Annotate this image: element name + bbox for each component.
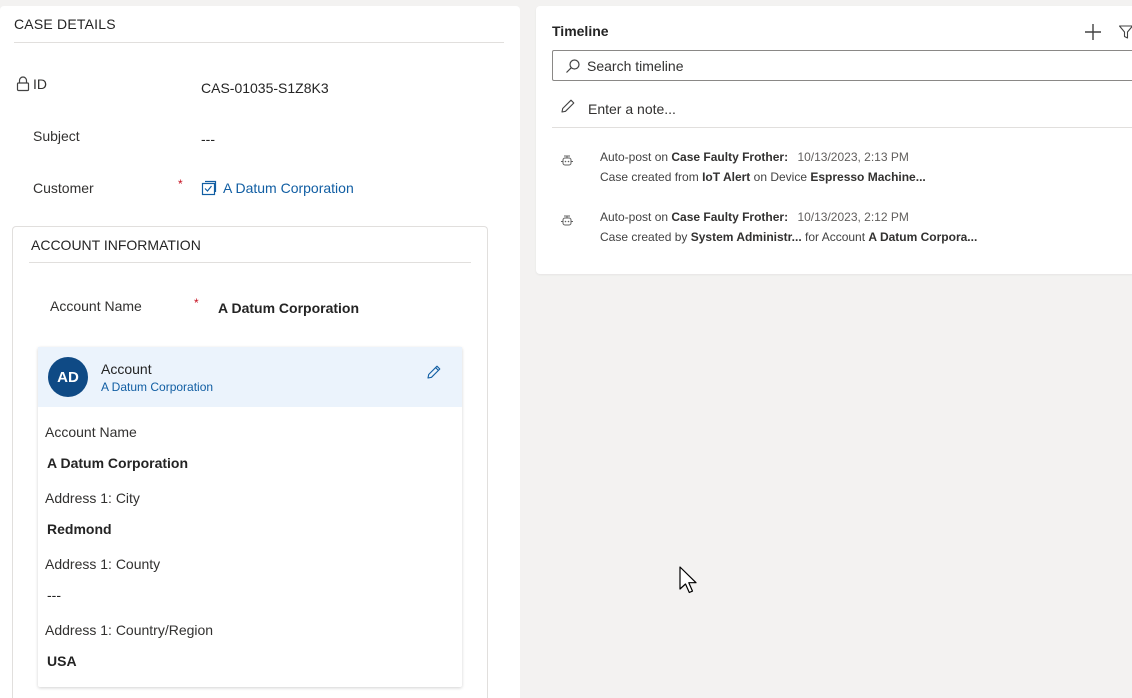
qv-account-name-value: A Datum Corporation	[47, 455, 189, 471]
lock-icon	[16, 76, 30, 92]
required-marker: *	[194, 296, 199, 310]
section-divider	[14, 42, 504, 43]
account-quick-view-card: AD Account A Datum Corporation Account N…	[38, 347, 462, 687]
search-input[interactable]	[587, 51, 987, 80]
account-entity-icon	[201, 180, 217, 196]
post-prefix: Auto-post on	[600, 210, 669, 224]
pencil-icon	[561, 99, 575, 113]
post-date: 10/13/2023, 2:13 PM	[797, 150, 909, 164]
post-entity: IoT Alert	[702, 170, 751, 184]
mouse-cursor-icon	[679, 566, 697, 594]
qv-account-name-label: Account Name	[45, 424, 137, 440]
note-input[interactable]	[588, 94, 988, 124]
timeline-item[interactable]: Auto-post on Case Faulty Frother: 10/13/…	[556, 210, 1116, 254]
account-information-section: ACCOUNT INFORMATION Account Name * A Dat…	[12, 226, 488, 698]
qv-county-label: Address 1: County	[45, 556, 161, 572]
post-date: 10/13/2023, 2:12 PM	[797, 210, 909, 224]
timeline-item-body: Case created from IoT Alert on Device Es…	[600, 170, 926, 184]
customer-field-row: Customer * A Datum Corporation	[14, 174, 514, 204]
qv-city-value: Redmond	[47, 521, 112, 537]
post-case-name: Case Faulty Frother:	[671, 210, 789, 224]
post-text: Case created by	[600, 230, 688, 244]
subject-field-row[interactable]: Subject ---	[14, 122, 514, 152]
id-field-row: ID CAS-01035-S1Z8K3	[14, 72, 514, 102]
customer-lookup-link[interactable]: A Datum Corporation	[201, 180, 354, 196]
timeline-item-header: Auto-post on Case Faulty Frother: 10/13/…	[600, 210, 909, 224]
post-entity: System Administr...	[690, 230, 802, 244]
entity-name-link[interactable]: A Datum Corporation	[101, 380, 213, 394]
qv-country-value: USA	[47, 653, 77, 669]
timeline-title: Timeline	[552, 23, 609, 39]
qv-county-value: ---	[47, 587, 61, 603]
timeline-item-body: Case created by System Administr... for …	[600, 230, 977, 244]
timeline-item-header: Auto-post on Case Faulty Frother: 10/13/…	[600, 150, 909, 164]
post-text: for Account	[805, 230, 866, 244]
auto-post-icon	[561, 155, 573, 166]
customer-value[interactable]: A Datum Corporation	[223, 180, 354, 196]
post-entity: A Datum Corpora...	[868, 230, 978, 244]
account-information-title: ACCOUNT INFORMATION	[31, 237, 201, 253]
auto-post-icon	[561, 215, 573, 226]
id-label: ID	[33, 76, 47, 92]
note-composer[interactable]	[552, 90, 1132, 128]
post-text: on Device	[753, 170, 808, 184]
case-details-title: CASE DETAILS	[14, 16, 116, 32]
section-divider	[29, 262, 471, 263]
timeline-search-box[interactable]	[552, 50, 1132, 81]
filter-icon[interactable]	[1118, 24, 1132, 40]
account-name-label: Account Name	[50, 298, 142, 314]
subject-label: Subject	[33, 128, 80, 144]
account-name-value[interactable]: A Datum Corporation	[218, 300, 359, 316]
avatar: AD	[48, 357, 88, 397]
entity-type-label: Account	[101, 361, 152, 377]
subject-value[interactable]: ---	[201, 131, 215, 147]
timeline-item[interactable]: Auto-post on Case Faulty Frother: 10/13/…	[556, 150, 1116, 194]
customer-label: Customer	[33, 180, 94, 196]
required-marker: *	[178, 177, 183, 191]
quick-view-header: AD Account A Datum Corporation	[38, 347, 462, 407]
timeline-panel: Timeline Auto-post on Case Faulty Frothe…	[536, 6, 1132, 274]
pencil-icon[interactable]	[426, 364, 442, 380]
plus-icon[interactable]	[1083, 22, 1103, 42]
post-case-name: Case Faulty Frother:	[671, 150, 789, 164]
id-value: CAS-01035-S1Z8K3	[201, 80, 329, 96]
search-icon	[566, 59, 580, 73]
case-details-panel: CASE DETAILS ID CAS-01035-S1Z8K3 Subject…	[0, 6, 520, 698]
qv-country-label: Address 1: Country/Region	[45, 622, 214, 638]
post-entity: Espresso Machine...	[810, 170, 926, 184]
post-text: Case created from	[600, 170, 699, 184]
post-prefix: Auto-post on	[600, 150, 669, 164]
qv-city-label: Address 1: City	[45, 490, 140, 506]
